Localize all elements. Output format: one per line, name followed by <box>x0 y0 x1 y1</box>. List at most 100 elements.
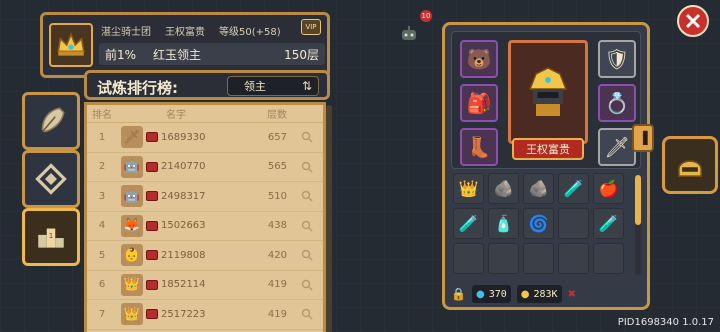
inv-slot[interactable]: 🧴 <box>488 208 519 239</box>
inv-slot[interactable] <box>453 243 484 274</box>
ranking-row[interactable]: 5 👶 2119808 420 <box>87 241 323 271</box>
equip-slot-armor[interactable]: 🛡 <box>598 40 636 78</box>
row-floor: 510 <box>267 190 287 202</box>
ranking-row[interactable]: 7 👑 2517223 419 <box>87 300 323 330</box>
equipment-side-tab[interactable]: ▐ <box>632 124 654 152</box>
nav-feather-button[interactable] <box>22 92 80 150</box>
ranking-scrollbar[interactable] <box>326 105 332 332</box>
row-player-id: 1502663 <box>161 220 206 232</box>
coin-icon: ● <box>520 288 530 300</box>
inv-slot[interactable]: 🪨 <box>523 173 554 204</box>
lock-icon[interactable]: 🔒 <box>451 287 466 301</box>
left-nav: 1 <box>22 92 80 266</box>
ranking-rows: 1 🗡 1689330 657 2 🤖 2140770 565 3 🤖 2498317 510 4 🦊 15… <box>87 123 323 330</box>
row-rank: 7 <box>98 308 106 320</box>
sword-icon: 🗡 <box>604 135 630 159</box>
helmet-button[interactable] <box>662 136 718 194</box>
inv-slot[interactable]: 🌀 <box>523 208 554 239</box>
nav-ranking-button[interactable]: 1 <box>22 208 80 266</box>
header-floor: 层数 <box>267 110 287 121</box>
row-avatar[interactable]: 🤖 <box>121 185 143 208</box>
equip-slot-ring[interactable]: 💍 <box>598 84 636 122</box>
row-avatar[interactable]: 🦊 <box>121 214 143 237</box>
ranking-row[interactable]: 3 🤖 2498317 510 <box>87 182 323 212</box>
ranking-row[interactable]: 6 👑 1852114 419 <box>87 271 323 300</box>
ranking-row[interactable]: 4 🦊 1502663 438 <box>87 212 323 241</box>
player-rank-percent: 前1% <box>105 47 137 62</box>
inv-slot[interactable] <box>558 208 589 239</box>
swirl-icon: 🌀 <box>528 214 549 233</box>
diamond-icon <box>35 163 67 195</box>
search-icon[interactable] <box>295 161 319 173</box>
row-floor: 420 <box>267 249 287 261</box>
inv-slot[interactable] <box>488 243 519 274</box>
robot-icon[interactable] <box>398 24 420 46</box>
svg-text:1: 1 <box>49 231 54 240</box>
player-level-name: 红玉领主 <box>153 47 202 62</box>
version-label: PID1698340 1.0.17 <box>617 317 714 328</box>
search-icon[interactable] <box>295 308 319 320</box>
inventory-scroll-thumb[interactable] <box>635 175 641 225</box>
equip-slot-weapon[interactable]: 🗡 <box>598 128 636 166</box>
row-avatar[interactable]: 🗡 <box>121 126 143 149</box>
inv-slot[interactable] <box>593 243 624 274</box>
player-title-name: 王权富贵 <box>165 26 205 38</box>
cape-icon: 🎒 <box>466 91 492 115</box>
row-avatar[interactable]: 👑 <box>121 273 143 296</box>
equip-slot-head[interactable]: 🐻 <box>460 40 498 78</box>
row-floor: 565 <box>267 161 287 173</box>
bear-helmet-icon: 🐻 <box>466 47 492 71</box>
equip-slot-boots[interactable]: 👢 <box>460 128 498 166</box>
ranking-category-select[interactable]: 领主 ⇅ <box>227 76 319 96</box>
equipment-panel: 🐻 🎒 👢 🛡 💍 🗡 王权富贵 👑 🪨 🪨 🧪 🍎 🧪 🧴 🌀 🧪 🔒 ● 3… <box>442 22 650 310</box>
search-icon[interactable] <box>295 249 319 261</box>
player-rank-line: 前1% 红玉领主 150层 <box>99 43 325 65</box>
nav-diamond-button[interactable] <box>22 150 80 208</box>
row-player-id: 1689330 <box>161 131 206 143</box>
magnifier-icon <box>301 220 313 232</box>
magnifier-icon <box>301 161 313 173</box>
ranking-row[interactable]: 1 🗡 1689330 657 <box>87 123 323 153</box>
magnifier-icon <box>301 191 313 202</box>
row-player: 👑 1852114 <box>117 273 235 296</box>
row-avatar[interactable]: 👑 <box>121 303 143 326</box>
row-player-id: 2517223 <box>161 308 206 320</box>
row-avatar[interactable]: 🤖 <box>121 155 143 178</box>
equip-slot-cape[interactable]: 🎒 <box>460 84 498 122</box>
potion-yellow-icon: 🧪 <box>598 214 619 233</box>
player-avatar[interactable] <box>49 23 93 67</box>
vip-badge[interactable]: VIP <box>301 19 321 35</box>
close-small-icon[interactable]: ✖ <box>568 289 576 300</box>
row-player-id: 2119808 <box>161 249 206 261</box>
potion-cyan-icon: 🧴 <box>493 214 514 233</box>
search-icon[interactable] <box>295 279 319 291</box>
row-rank: 6 <box>98 279 106 291</box>
inv-slot[interactable]: 🧪 <box>453 208 484 239</box>
knight-hero-icon <box>528 67 568 116</box>
inv-slot[interactable]: 🧪 <box>593 208 624 239</box>
search-icon[interactable] <box>295 220 319 232</box>
inv-slot[interactable]: 🍎 <box>593 173 624 204</box>
close-button[interactable] <box>676 4 710 38</box>
hero-portrait[interactable] <box>508 40 588 144</box>
inv-slot[interactable]: 🪨 <box>488 173 519 204</box>
row-player-id: 1852114 <box>161 279 206 291</box>
inv-slot[interactable] <box>523 243 554 274</box>
inventory-scrollbar[interactable] <box>635 175 641 275</box>
potion-green-icon: 🧪 <box>458 214 479 233</box>
search-icon[interactable] <box>295 190 319 202</box>
hero-name: 王权富贵 <box>512 138 584 160</box>
header-name: 名字 <box>166 110 186 121</box>
inventory-grid: 👑 🪨 🪨 🧪 🍎 🧪 🧴 🌀 🧪 <box>453 173 629 277</box>
inv-slot[interactable]: 👑 <box>453 173 484 204</box>
ranking-row[interactable]: 2 🤖 2140770 565 <box>87 153 323 182</box>
row-rank: 5 <box>98 249 106 261</box>
search-icon[interactable] <box>295 131 319 143</box>
magnifier-icon <box>301 279 313 291</box>
ring-icon: 💍 <box>604 91 630 115</box>
inv-slot[interactable]: 🧪 <box>558 173 589 204</box>
row-avatar[interactable]: 👶 <box>121 244 143 267</box>
row-rank: 4 <box>98 220 106 232</box>
inv-slot[interactable] <box>558 243 589 274</box>
guild-icon <box>146 220 158 231</box>
